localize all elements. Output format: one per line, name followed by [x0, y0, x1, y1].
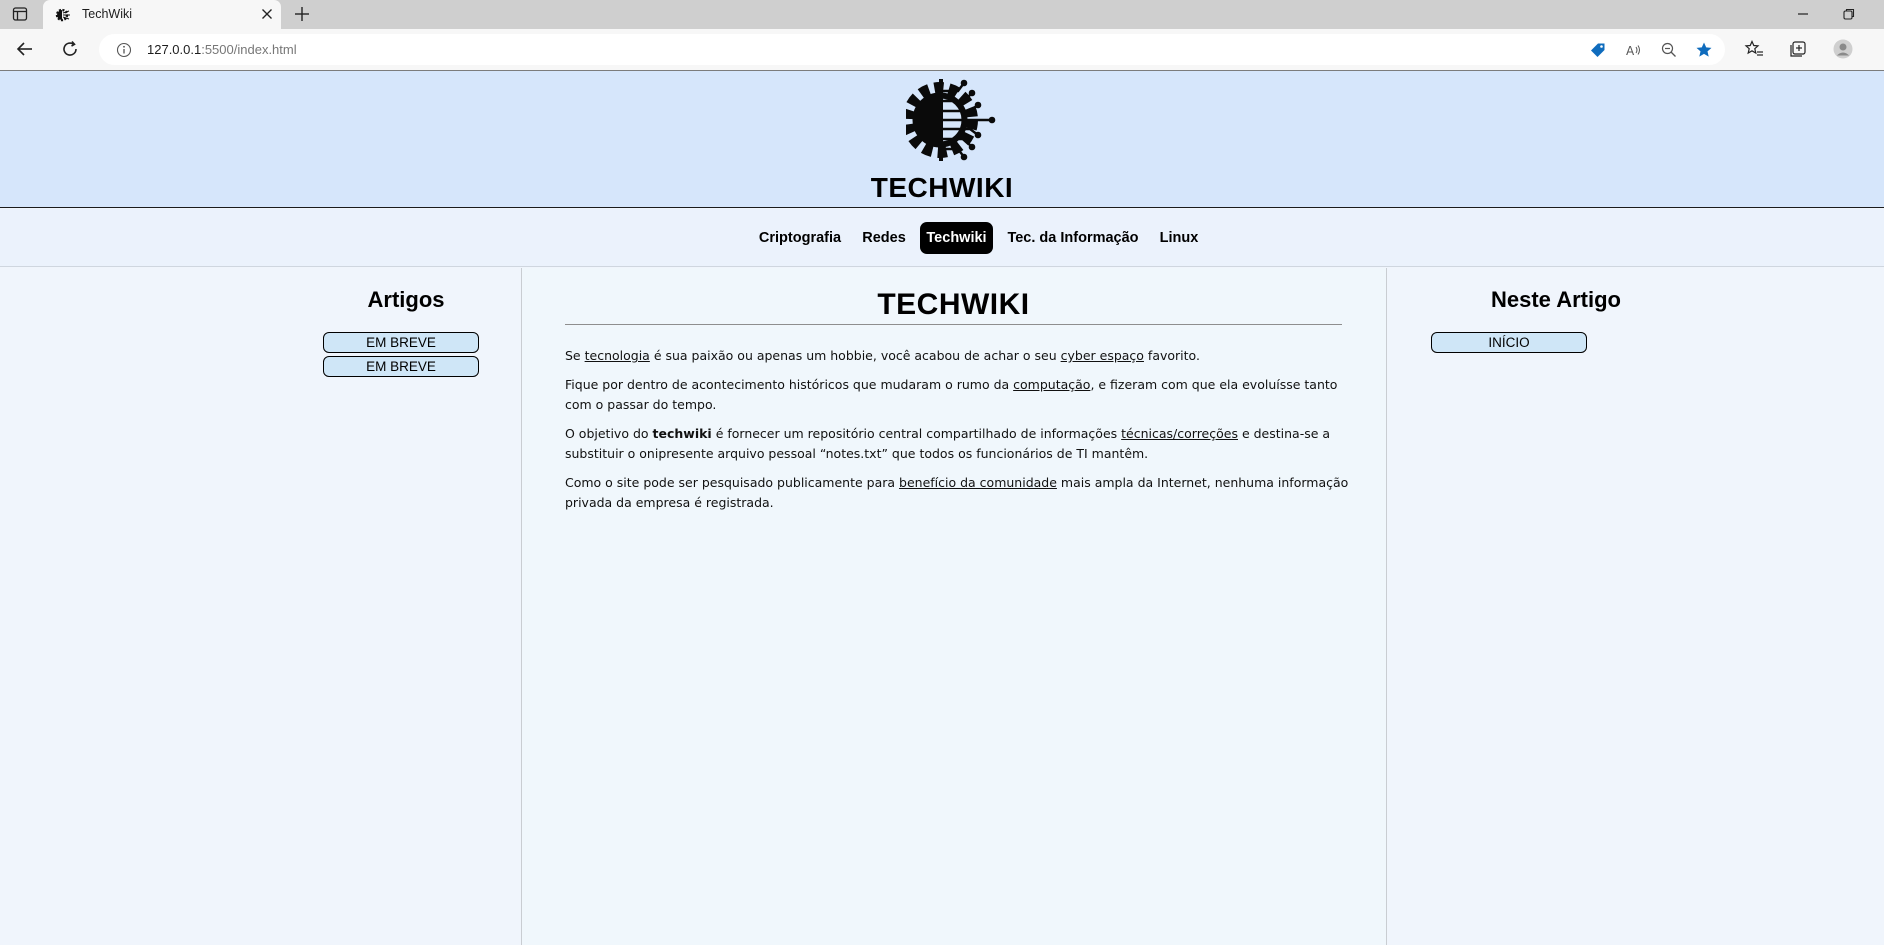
nav-item-redes[interactable]: Redes [858, 222, 910, 254]
link-computacao[interactable]: computação [1013, 377, 1090, 392]
text-span: Fique por dentro de acontecimento histór… [565, 377, 1014, 392]
link-cyber-espaco[interactable]: cyber espaço [1061, 348, 1144, 363]
nav-item-criptografia[interactable]: Criptografia [752, 222, 848, 254]
read-aloud-icon[interactable]: A [1625, 41, 1643, 59]
address-bar[interactable]: 127.0.0.1:5500/index.html A [99, 34, 1725, 65]
text-span: é fornecer um repositório central compar… [711, 426, 1122, 441]
sidebar-heading-artigos: Artigos [367, 287, 445, 312]
text-span: O objetivo do [565, 426, 653, 441]
nav-item-tec-da-informacao[interactable]: Tec. da Informação [1003, 222, 1143, 254]
zoom-out-icon[interactable] [1660, 41, 1678, 59]
article-body: Se tecnologia é sua paixão ou apenas um … [565, 346, 1355, 522]
left-sidebar: Artigos EM BREVE EM BREVE [0, 268, 521, 945]
bold-techwiki: techwiki [652, 426, 712, 441]
browser-tabstrip: TechWiki [0, 0, 1884, 30]
shopping-tag-icon[interactable] [1589, 41, 1607, 59]
url-host: 127.0.0.1 [147, 42, 202, 57]
paragraph-history: Fique por dentro de acontecimento histór… [565, 375, 1355, 415]
techwiki-gear-circuit-logo[interactable] [906, 75, 1000, 165]
text-span: Como o site pode ser pesquisado publicam… [565, 475, 900, 490]
techwiki-favicon-icon [55, 8, 70, 22]
sidebar-heading-neste-artigo: Neste Artigo [1491, 287, 1621, 312]
article-link-button[interactable]: EM BREVE [323, 332, 479, 353]
profile-avatar-icon[interactable] [1833, 39, 1853, 59]
url-text[interactable]: 127.0.0.1:5500/index.html [147, 42, 297, 57]
reload-icon[interactable] [60, 39, 80, 59]
paragraph-objective: O objetivo do techwiki é fornecer um rep… [565, 424, 1355, 464]
nav-item-linux[interactable]: Linux [1153, 222, 1205, 254]
link-tecnicas-correcoes[interactable]: técnicas/correções [1121, 426, 1238, 441]
page-title: TECHWIKI [877, 288, 1030, 321]
main-nav: Criptografia Redes Techwiki Tec. da Info… [0, 209, 1884, 267]
site-title: TECHWIKI [870, 172, 1014, 203]
paragraph-intro: Se tecnologia é sua paixão ou apenas um … [565, 346, 1355, 366]
favorites-list-icon[interactable] [1744, 39, 1764, 59]
new-tab-icon[interactable] [294, 6, 310, 22]
restore-window-icon[interactable] [1842, 7, 1856, 21]
nav-item-techwiki[interactable]: Techwiki [920, 222, 993, 254]
site-info-icon[interactable] [116, 42, 132, 58]
right-sidebar: Neste Artigo INÍCIO [1387, 268, 1884, 945]
text-span: favorito. [1143, 348, 1200, 363]
back-arrow-icon[interactable] [15, 39, 35, 59]
close-tab-icon[interactable] [261, 8, 273, 20]
link-tecnologia[interactable]: tecnologia [585, 348, 650, 363]
main-content: TECHWIKI Se tecnologia é sua paixão ou a… [521, 268, 1387, 945]
tab-title: TechWiki [82, 7, 133, 21]
text-span: é sua paixão ou apenas um hobbie, você a… [649, 348, 1061, 363]
browser-toolbar: 127.0.0.1:5500/index.html A [0, 29, 1884, 70]
minimize-window-icon[interactable] [1796, 7, 1810, 21]
title-divider [565, 324, 1342, 325]
paragraph-public: Como o site pode ser pesquisado publicam… [565, 473, 1355, 513]
link-beneficio-da-comunidade[interactable]: benefício da comunidade [899, 475, 1057, 490]
collections-icon[interactable] [1788, 39, 1808, 59]
url-path: :5500/index.html [201, 42, 297, 57]
favorite-star-icon[interactable] [1695, 41, 1713, 59]
section-link-inicio[interactable]: INÍCIO [1431, 332, 1587, 353]
svg-text:A: A [1626, 44, 1635, 58]
browser-tab[interactable]: TechWiki [43, 0, 281, 30]
tab-actions-icon[interactable] [12, 6, 28, 22]
article-link-button[interactable]: EM BREVE [323, 356, 479, 377]
site-header: TECHWIKI [0, 71, 1884, 208]
text-span: Se [565, 348, 585, 363]
